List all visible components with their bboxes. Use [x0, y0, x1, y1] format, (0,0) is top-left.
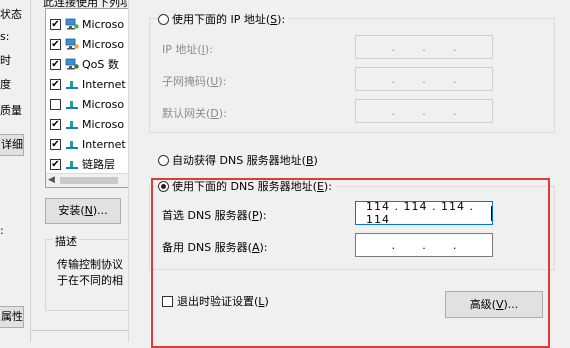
item-checkbox[interactable]: ✔: [50, 18, 61, 30]
radio-button[interactable]: [158, 13, 169, 25]
preferred-dns-label: 首选 DNS 服务器(P):: [162, 209, 267, 222]
advanced-button[interactable]: 高级(V)...: [445, 291, 543, 318]
ip-address-label: IP 地址(I):: [162, 43, 213, 56]
status-text: s:: [0, 30, 10, 43]
item-label: Microso: [82, 97, 125, 111]
default-gateway-label: 默认网关(D):: [162, 107, 227, 120]
alternate-dns-field[interactable]: ...: [355, 233, 493, 257]
qos-icon: [65, 58, 79, 70]
list-item[interactable]: ✔ Microso: [50, 35, 124, 53]
duration-label: 时: [0, 54, 11, 67]
connection-items-list[interactable]: ✔ Microso ✔ Microso ✔ QoS 数 ✔ Internet M…: [45, 8, 129, 188]
adapter-properties-window: 此连接使用下列项 ✔ Microso ✔ Microso ✔ QoS 数 ✔ I…: [30, 0, 135, 343]
properties-button[interactable]: 属性: [0, 306, 24, 328]
network-client-icon: [65, 18, 79, 30]
subnet-mask-label: 子网掩码(U):: [162, 75, 227, 88]
protocol-icon: [66, 161, 78, 169]
list-item[interactable]: ✔ Internet: [50, 135, 126, 153]
item-checkbox[interactable]: ✔: [50, 58, 61, 70]
item-checkbox[interactable]: ✔: [50, 78, 61, 90]
item-checkbox[interactable]: ✔: [50, 38, 61, 50]
status-label: 状态: [0, 8, 22, 21]
list-item[interactable]: ✔ Microso: [50, 115, 124, 133]
subnet-mask-field[interactable]: ...: [355, 67, 493, 91]
item-checkbox[interactable]: ✔: [50, 138, 61, 150]
default-gateway-field[interactable]: ...: [355, 99, 493, 123]
item-label: 链路层: [82, 158, 115, 171]
alternate-dns-label: 备用 DNS 服务器(A):: [162, 241, 268, 254]
item-label: QoS 数: [82, 58, 119, 71]
auto-dns-radio[interactable]: 自动获得 DNS 服务器地址(B): [158, 152, 321, 168]
preferred-dns-value: 114 . 114 . 114 . 114: [366, 200, 474, 226]
use-following-ip-radio[interactable]: 使用下面的 IP 地址(S):: [158, 11, 289, 27]
window-bottom-edge: [31, 330, 129, 343]
activity-label: :: [0, 224, 4, 237]
item-label: Microso: [82, 117, 125, 131]
dns-server-group: [149, 186, 555, 270]
item-checkbox[interactable]: ✔: [50, 158, 61, 170]
ip-address-field[interactable]: ...: [355, 35, 493, 59]
item-checkbox[interactable]: [50, 98, 61, 110]
list-item[interactable]: ✔ 链路层: [50, 155, 115, 173]
install-button[interactable]: 安装(N)...: [45, 198, 121, 224]
preferred-dns-field[interactable]: 114 . 114 . 114 . 114: [355, 200, 493, 226]
network-status-window: 状态 s: 时 度 质量 详细 : 属性: [0, 0, 30, 342]
network-client-icon: [65, 38, 79, 50]
list-item[interactable]: Microso: [50, 95, 124, 113]
protocol-icon: [66, 121, 78, 129]
item-label: Internet: [82, 137, 126, 151]
protocol-icon: [66, 141, 78, 149]
item-label: Internet: [82, 77, 126, 91]
radio-button[interactable]: [158, 154, 169, 166]
quality-label: 质量: [0, 104, 22, 117]
scrollbar-thumb[interactable]: [60, 177, 118, 184]
protocol-icon: [66, 101, 78, 109]
description-text-line: 于在不同的相: [57, 274, 123, 287]
protocol-icon: [66, 81, 78, 89]
item-label: Microso: [82, 17, 125, 31]
list-item[interactable]: ✔ Microso: [50, 15, 124, 33]
list-item[interactable]: ✔ QoS 数: [50, 55, 119, 73]
use-following-dns-radio[interactable]: 使用下面的 DNS 服务器地址(E):: [158, 178, 335, 194]
description-label: 描述: [53, 233, 79, 249]
checkbox-box[interactable]: [162, 295, 173, 307]
text-cursor: [491, 205, 492, 221]
item-checkbox[interactable]: ✔: [50, 118, 61, 130]
radio-button-selected[interactable]: [158, 180, 169, 192]
horizontal-scrollbar[interactable]: ◀: [46, 173, 128, 187]
validate-on-exit-checkbox[interactable]: 退出时验证设置(L): [162, 293, 269, 309]
list-item[interactable]: ✔ Internet: [50, 75, 126, 93]
speed-label: 度: [0, 78, 11, 91]
item-label: Microso: [82, 37, 125, 51]
details-button[interactable]: 详细: [0, 134, 24, 156]
scroll-left-icon[interactable]: ◀: [48, 175, 55, 185]
description-text-line: 传输控制协议: [57, 258, 123, 271]
